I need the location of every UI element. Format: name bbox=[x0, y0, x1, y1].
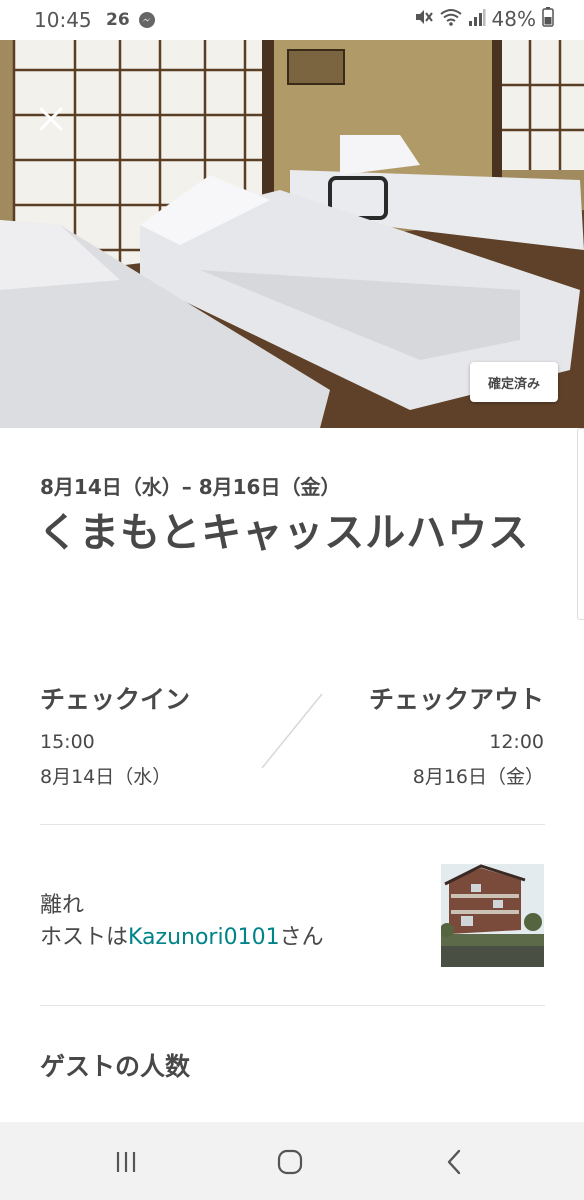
trip-date-range: 8月14日（水）– 8月16日（金） bbox=[40, 475, 341, 499]
checkin-label: チェックイン bbox=[40, 685, 191, 714]
battery-percent: 48% bbox=[491, 7, 536, 31]
system-nav-bar bbox=[0, 1122, 584, 1200]
messenger-icon bbox=[138, 11, 156, 29]
divider bbox=[40, 1005, 545, 1006]
checkin-date: 8月14日（水） bbox=[40, 766, 172, 788]
back-icon bbox=[447, 1149, 461, 1175]
close-button[interactable] bbox=[38, 106, 74, 142]
checkout-date: 8月16日（金） bbox=[412, 766, 544, 788]
recent-apps-button[interactable] bbox=[106, 1146, 146, 1178]
guests-section-title: ゲストの人数 bbox=[40, 1052, 191, 1081]
home-icon bbox=[277, 1149, 303, 1175]
scroll-indicator bbox=[577, 428, 584, 620]
divider bbox=[40, 824, 545, 825]
host-suffix: さん bbox=[279, 925, 324, 950]
mute-icon bbox=[414, 8, 434, 30]
checkin-checkout-divider bbox=[261, 693, 323, 769]
wifi-icon bbox=[439, 8, 462, 30]
status-time: 10:45 bbox=[34, 8, 92, 32]
host-info: ホストはKazunori0101さん bbox=[40, 919, 324, 951]
checkout-label: チェックアウト bbox=[368, 685, 544, 714]
status-icons: 48% bbox=[414, 7, 554, 31]
host-prefix: ホストは bbox=[40, 925, 129, 950]
weather-temperature: 26 bbox=[106, 10, 130, 30]
host-photo-image bbox=[441, 864, 544, 967]
status-badge: 確定済み bbox=[470, 362, 558, 402]
room-type: 離れ bbox=[40, 893, 85, 918]
home-button[interactable] bbox=[270, 1146, 310, 1178]
host-photo[interactable] bbox=[441, 864, 544, 967]
status-bar: 10:45 26 48% bbox=[0, 0, 584, 40]
battery-icon bbox=[542, 7, 554, 31]
checkin-time: 15:00 bbox=[40, 731, 95, 753]
recent-apps-icon bbox=[116, 1152, 136, 1172]
signal-icon bbox=[468, 8, 486, 30]
host-name-link[interactable]: Kazunori0101 bbox=[128, 925, 280, 950]
checkout-time: 12:00 bbox=[489, 731, 544, 753]
close-icon bbox=[39, 107, 63, 131]
listing-title: くまもとキャッスルハウス bbox=[38, 510, 530, 556]
back-button[interactable] bbox=[434, 1146, 474, 1178]
